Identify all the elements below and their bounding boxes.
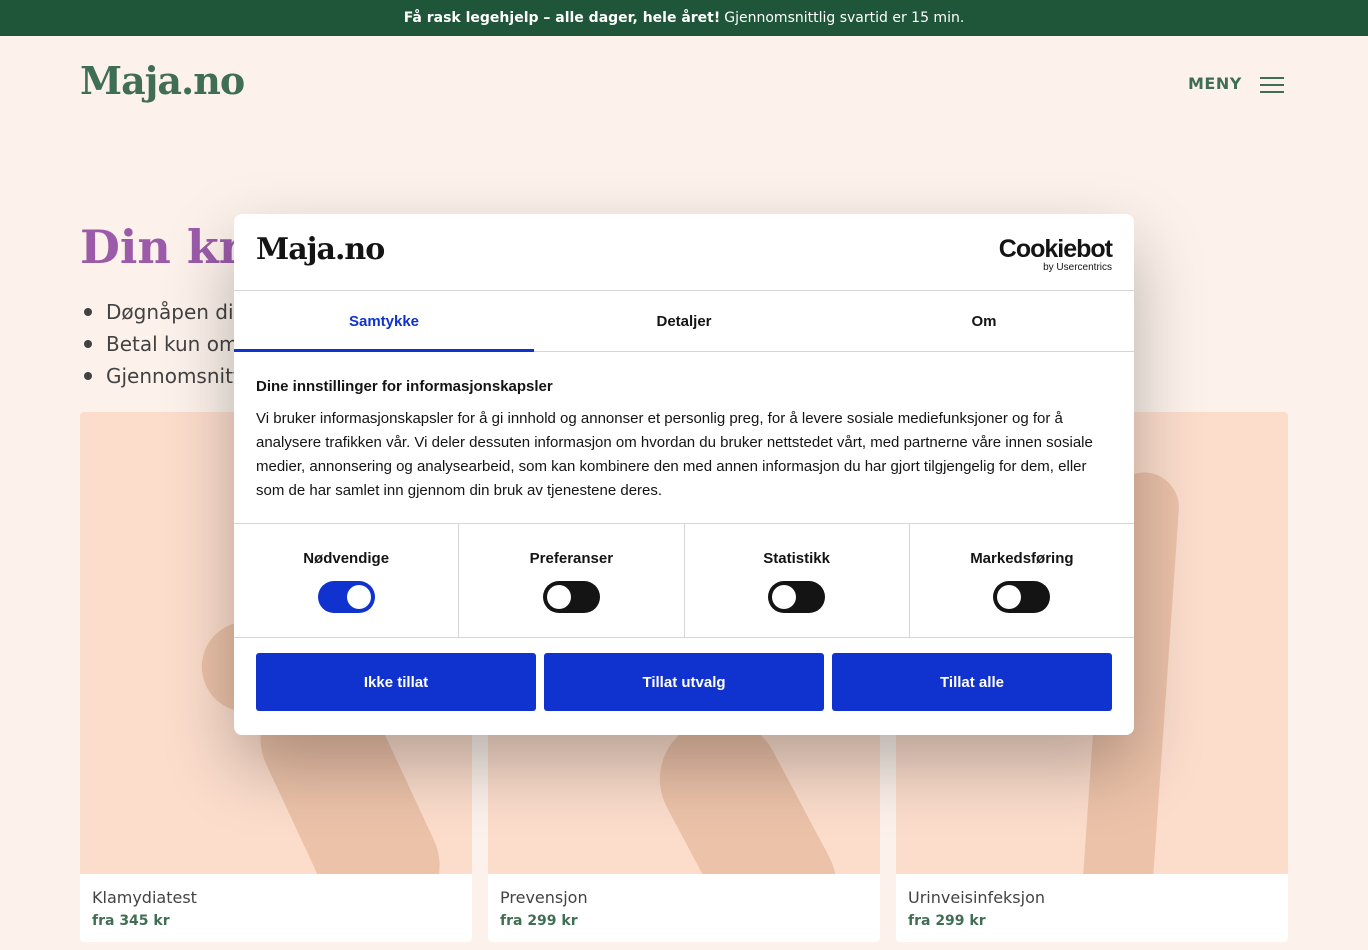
tab-om[interactable]: Om [834, 291, 1134, 351]
dialog-logo: Maja.no [256, 232, 385, 267]
consent-toggles: Nødvendige Preferanser Statistikk Marked… [234, 524, 1134, 638]
toggle-group-preferanser: Preferanser [459, 524, 685, 637]
toggle-statistikk[interactable] [768, 581, 826, 613]
dialog-header: Maja.no Cookiebot by Usercentrics [234, 214, 1134, 291]
tab-samtykke[interactable]: Samtykke [234, 291, 534, 352]
cookiebot-logo[interactable]: Cookiebot by Usercentrics [998, 235, 1113, 273]
announcement-text: Gjennomsnittlig svartid er 15 min. [724, 10, 965, 26]
toggle-nodvendige[interactable] [317, 581, 375, 613]
cookie-consent-dialog: Maja.no Cookiebot by Usercentrics Samtyk… [234, 214, 1134, 735]
toggle-label: Statistikk [763, 550, 830, 567]
toggle-group-nodvendige: Nødvendige [234, 524, 460, 637]
dialog-description: Vi bruker informasjonskapsler for å gi i… [256, 410, 1093, 499]
allow-selection-button[interactable]: Tillat utvalg [544, 653, 824, 711]
deny-button[interactable]: Ikke tillat [256, 653, 536, 711]
toggle-group-markedsforing: Markedsføring [910, 524, 1134, 637]
toggle-label: Nødvendige [303, 550, 390, 567]
tab-detaljer[interactable]: Detaljer [534, 291, 834, 351]
toggle-label: Markedsføring [970, 550, 1074, 567]
cookiebot-name: Cookiebot [998, 235, 1113, 263]
toggle-markedsforing[interactable] [993, 581, 1051, 613]
dialog-body: Dine innstillinger for informasjonskapsl… [234, 352, 1134, 524]
dialog-tabs: Samtykke Detaljer Om [234, 291, 1134, 352]
toggle-group-statistikk: Statistikk [685, 524, 910, 637]
allow-all-button[interactable]: Tillat alle [832, 653, 1112, 711]
dialog-buttons: Ikke tillat Tillat utvalg Tillat alle [234, 638, 1134, 726]
announcement-bold: Få rask legehjelp – alle dager, hele åre… [403, 10, 721, 26]
dialog-heading: Dine innstillinger for informasjonskapsl… [256, 378, 553, 395]
cookiebot-by: by Usercentrics [1043, 262, 1112, 273]
toggle-preferanser[interactable] [542, 581, 600, 613]
announcement-bar: Få rask legehjelp – alle dager, hele åre… [0, 0, 1368, 36]
toggle-label: Preferanser [529, 550, 614, 567]
